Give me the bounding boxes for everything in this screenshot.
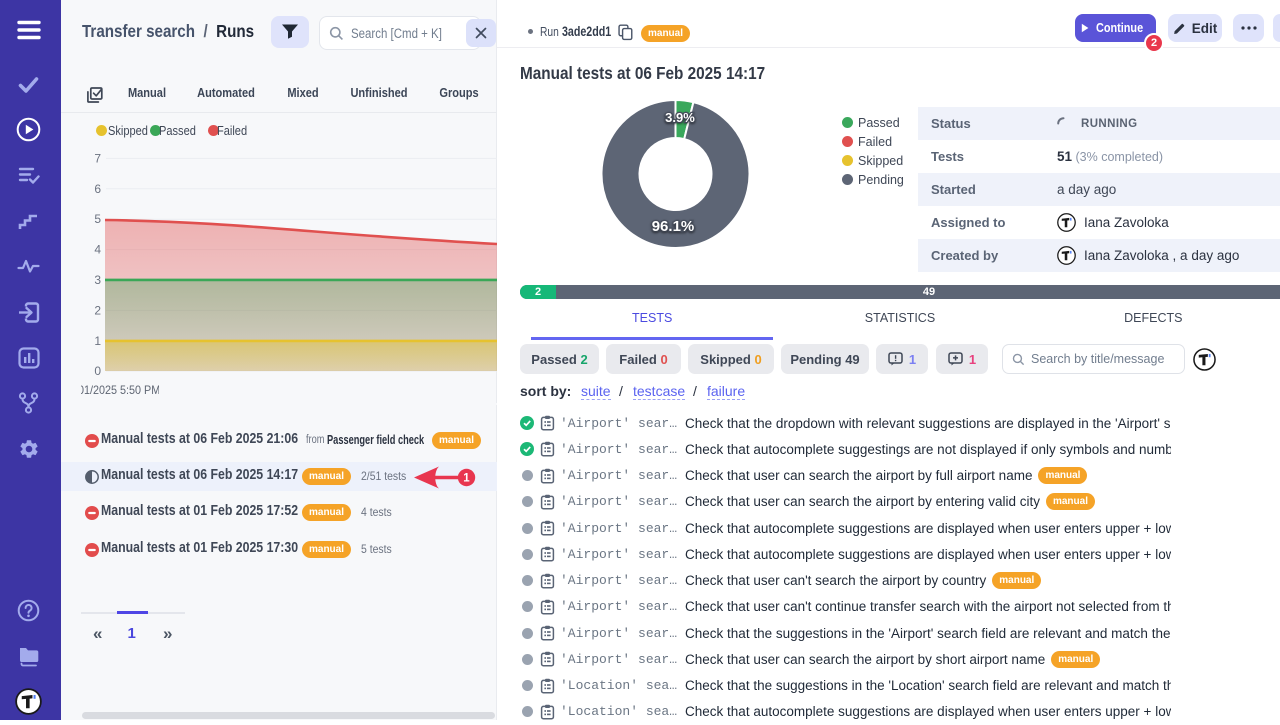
svg-text:3: 3 — [94, 273, 101, 287]
svg-text:0: 0 — [94, 364, 101, 378]
svg-text:2: 2 — [94, 303, 101, 317]
svg-text:5: 5 — [94, 212, 101, 226]
svg-text:1: 1 — [94, 334, 101, 348]
svg-text:6: 6 — [94, 182, 101, 196]
svg-text:7: 7 — [94, 151, 101, 165]
svg-text:4: 4 — [94, 243, 101, 257]
svg-text:1: 1 — [463, 473, 470, 485]
svg-text:3.9%: 3.9% — [665, 110, 695, 125]
svg-text:96.1%: 96.1% — [652, 218, 695, 235]
